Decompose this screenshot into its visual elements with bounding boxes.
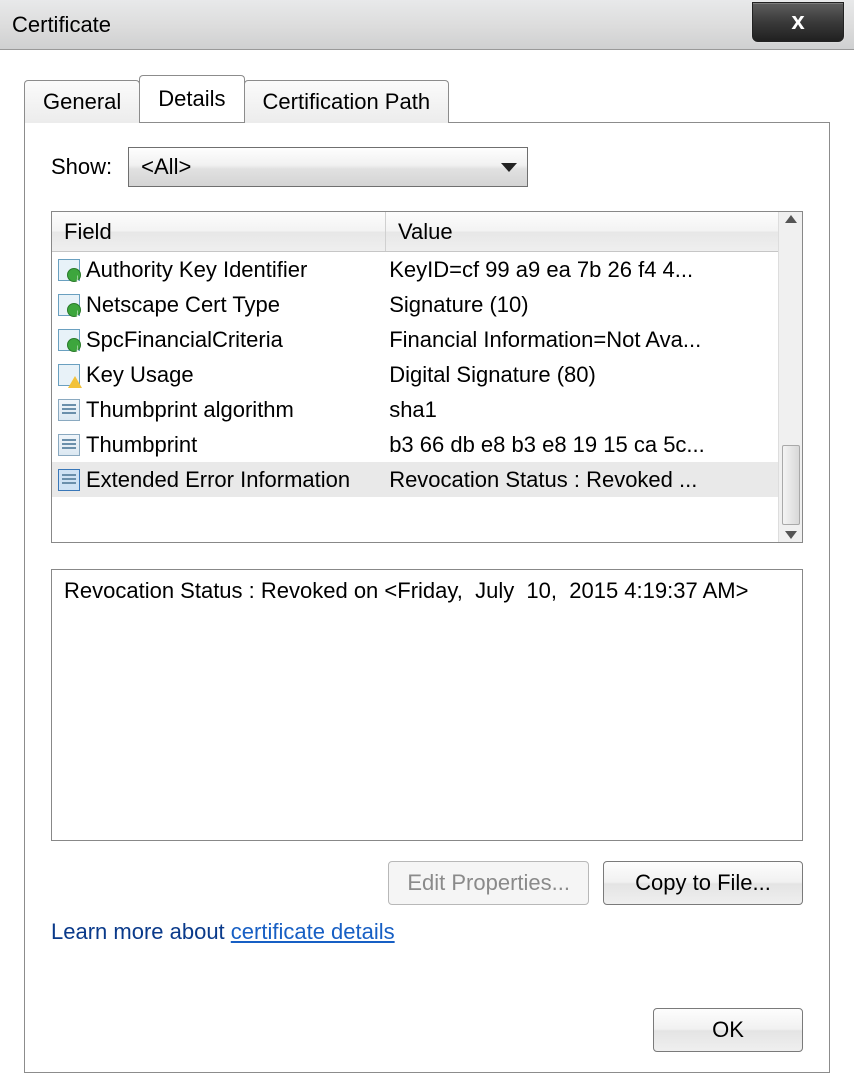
list-row[interactable]: Authority Key Identifier KeyID=cf 99 a9 e… — [52, 252, 778, 287]
learn-more: Learn more about certificate details — [51, 919, 803, 945]
list-header: Field Value — [52, 212, 778, 252]
prop-icon — [58, 434, 80, 456]
show-label: Show: — [51, 154, 112, 180]
list-row[interactable]: Key Usage Digital Signature (80) — [52, 357, 778, 392]
field-label: SpcFinancialCriteria — [86, 327, 283, 353]
dropdown-caret-icon — [501, 163, 517, 172]
fields-listbox: Field Value Authority Key Identifier KeyI… — [51, 211, 803, 543]
detail-buttons: Edit Properties... Copy to File... — [51, 861, 803, 905]
ext-warn-icon — [58, 364, 80, 386]
tab-strip: General Details Certification Path — [24, 74, 830, 122]
scroll-up-icon[interactable] — [785, 215, 797, 223]
show-dropdown[interactable]: <All> — [128, 147, 528, 187]
column-header-field[interactable]: Field — [52, 212, 386, 251]
value-label: sha1 — [389, 397, 778, 423]
value-label: Digital Signature (80) — [389, 362, 778, 388]
learn-more-prefix: Learn more about — [51, 919, 231, 944]
scroll-thumb[interactable] — [782, 445, 800, 525]
field-label: Key Usage — [86, 362, 194, 388]
value-label: b3 66 db e8 b3 e8 19 15 ca 5c... — [389, 432, 778, 458]
value-label: Financial Information=Not Ava... — [389, 327, 778, 353]
certificate-details-link[interactable]: certificate details — [231, 919, 395, 944]
scroll-down-icon[interactable] — [785, 531, 797, 539]
value-label: KeyID=cf 99 a9 ea 7b 26 f4 4... — [389, 257, 778, 283]
ext-green-icon — [58, 259, 80, 281]
field-label: Thumbprint — [86, 432, 197, 458]
prop-icon — [58, 399, 80, 421]
copy-to-file-button[interactable]: Copy to File... — [603, 861, 803, 905]
prop-sel-icon — [58, 469, 80, 491]
show-dropdown-value: <All> — [141, 154, 191, 180]
client-area: General Details Certification Path Show:… — [0, 50, 854, 1073]
list-row[interactable]: SpcFinancialCriteria Financial Informatio… — [52, 322, 778, 357]
close-icon: x — [791, 8, 804, 36]
details-panel: Show: <All> Field Value Authority Key Id… — [24, 122, 830, 1073]
ok-button[interactable]: OK — [653, 1008, 803, 1052]
field-label: Authority Key Identifier — [86, 257, 307, 283]
list-row[interactable]: Thumbprint b3 66 db e8 b3 e8 19 15 ca 5c.… — [52, 427, 778, 462]
list-row[interactable]: Thumbprint algorithm sha1 — [52, 392, 778, 427]
detail-value-box: Revocation Status : Revoked on <​Friday,… — [51, 569, 803, 841]
titlebar: Certificate x — [0, 0, 854, 50]
value-label: Revocation Status : Revoked ... — [389, 467, 778, 493]
list-body: Authority Key Identifier KeyID=cf 99 a9 e… — [52, 252, 778, 542]
dialog-footer: OK — [51, 990, 803, 1052]
edit-properties-button: Edit Properties... — [388, 861, 589, 905]
list-scrollbar[interactable] — [778, 212, 802, 542]
field-label: Netscape Cert Type — [86, 292, 280, 318]
ext-green-icon — [58, 294, 80, 316]
ext-green-icon — [58, 329, 80, 351]
value-label: Signature (10) — [389, 292, 778, 318]
column-header-value[interactable]: Value — [386, 212, 778, 251]
list-row[interactable]: Extended Error Information Revocation Sta… — [52, 462, 778, 497]
tab-certification-path[interactable]: Certification Path — [244, 80, 450, 123]
close-button[interactable]: x — [752, 2, 844, 42]
field-label: Thumbprint algorithm — [86, 397, 294, 423]
field-label: Extended Error Information — [86, 467, 350, 493]
list-row[interactable]: Netscape Cert Type Signature (10) — [52, 287, 778, 322]
tab-details[interactable]: Details — [139, 75, 244, 122]
window-title: Certificate — [12, 12, 111, 38]
tab-general[interactable]: General — [24, 80, 140, 123]
show-row: Show: <All> — [51, 147, 803, 187]
